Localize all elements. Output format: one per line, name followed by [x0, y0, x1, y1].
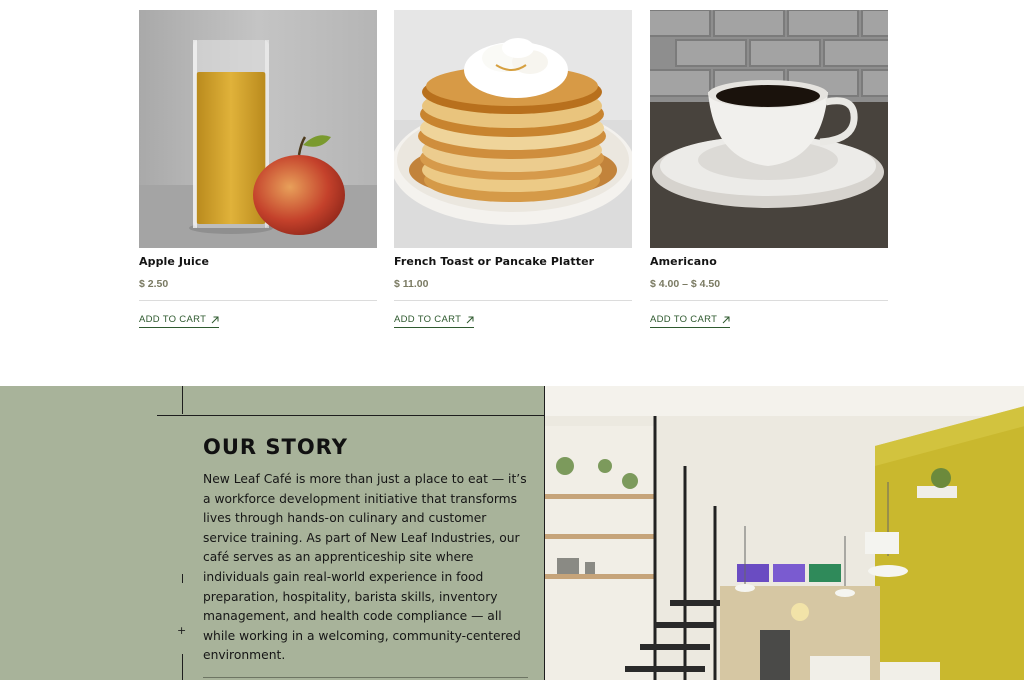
product-price: $ 4.00 – $ 4.50	[650, 278, 721, 290]
product-card-americano: Americano $ 4.00 – $ 4.50 ADD TO CART	[650, 10, 888, 328]
add-to-cart-button[interactable]: ADD TO CART	[139, 314, 220, 328]
add-to-cart-label: ADD TO CART	[139, 314, 207, 325]
decorative-line	[182, 654, 183, 680]
product-grid: Apple Juice $ 2.50 ADD TO CART French To…	[0, 0, 1024, 386]
add-to-cart-button[interactable]: ADD TO CART	[394, 314, 475, 328]
product-name[interactable]: Americano	[650, 255, 888, 268]
product-price: $ 2.50	[139, 278, 169, 290]
arrow-up-right-icon	[211, 316, 219, 323]
divider	[650, 300, 888, 301]
add-to-cart-button[interactable]: ADD TO CART	[650, 314, 731, 328]
product-price: $ 11.00	[394, 278, 429, 290]
pancake-platter-photo[interactable]	[394, 10, 632, 248]
section-heading: OUR STORY	[203, 435, 348, 459]
decorative-line	[182, 574, 183, 583]
divider	[203, 677, 528, 678]
product-card-pancake-platter: French Toast or Pancake Platter $ 11.00 …	[394, 10, 632, 328]
our-story-section: + OUR STORY New Leaf Café is more than j…	[0, 386, 1024, 680]
decorative-line	[182, 386, 183, 414]
add-to-cart-label: ADD TO CART	[394, 314, 462, 325]
divider	[139, 300, 377, 301]
arrow-up-right-icon	[722, 316, 730, 323]
product-name[interactable]: Apple Juice	[139, 255, 377, 268]
cafe-interior-photo	[544, 386, 1024, 680]
apple-juice-photo[interactable]	[139, 10, 377, 248]
plus-icon: +	[177, 624, 187, 637]
product-name[interactable]: French Toast or Pancake Platter	[394, 255, 632, 268]
section-body: New Leaf Café is more than just a place …	[203, 472, 527, 663]
product-card-apple-juice: Apple Juice $ 2.50 ADD TO CART	[139, 10, 377, 328]
decorative-line	[157, 415, 544, 416]
divider	[394, 300, 632, 301]
arrow-up-right-icon	[466, 316, 474, 323]
americano-photo[interactable]	[650, 10, 888, 248]
add-to-cart-label: ADD TO CART	[650, 314, 718, 325]
